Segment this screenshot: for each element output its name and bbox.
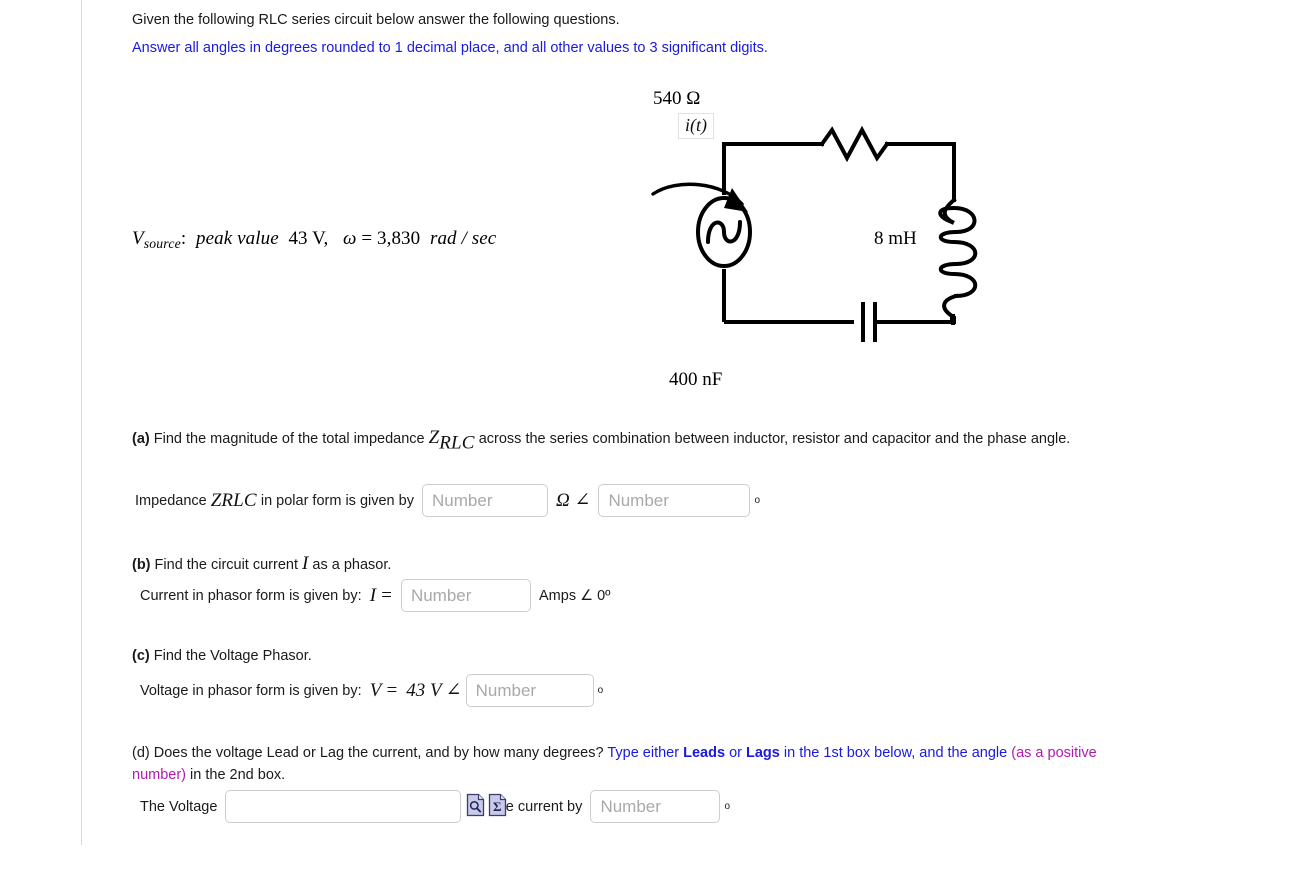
voltage-answer-row: Voltage in phasor form is given by: V = …	[140, 674, 603, 707]
inductor-value-label: 8 mH	[874, 228, 917, 249]
omega-equals: =	[361, 228, 373, 249]
equation-tool-buttons: Σ	[466, 793, 507, 817]
question-a: (a) Find the magnitude of the total impe…	[132, 427, 1070, 454]
question-b-text-after: as a phasor.	[312, 557, 392, 573]
question-d-seg4: or	[729, 745, 742, 761]
voltage-angle-input[interactable]	[465, 674, 594, 707]
document-search-icon[interactable]	[466, 793, 485, 817]
resistor-value-label: 540 Ω	[653, 88, 701, 109]
question-d-seg8: in the 2nd box.	[190, 767, 286, 784]
left-margin-rule	[81, 0, 82, 845]
question-b-symbol: I	[302, 553, 309, 574]
voltage-angle-symbol: ∠	[445, 680, 462, 701]
lead-lag-answer-row: The Voltage the current by o	[140, 790, 730, 823]
resistor-symbol	[819, 125, 890, 163]
intro-line-2: Answer all angles in degrees rounded to …	[132, 40, 768, 56]
current-answer-row: Current in phasor form is given by: I = …	[140, 579, 610, 612]
question-c-tag: (c)	[132, 648, 150, 664]
voltage-value: 43 V	[406, 679, 442, 701]
voltage-symbol: V	[369, 679, 382, 701]
impedance-mid-label: in polar form is given by	[260, 492, 414, 509]
lead-lag-prefix-label: The Voltage	[140, 798, 218, 815]
source-colon: :	[180, 228, 187, 249]
lead-lag-text-input[interactable]	[225, 790, 462, 823]
impedance-answer-row: Impedance Z RLC in polar form is given by…	[135, 484, 760, 517]
question-d-lags-keyword: Lags	[746, 745, 780, 761]
question-a-symbol-subscript: RLC	[439, 432, 475, 454]
inductor-loop-2	[938, 229, 978, 267]
current-prefix-label: Current in phasor form is given by:	[140, 587, 362, 604]
source-symbol-subscript: source	[143, 235, 181, 251]
question-a-symbol: Z	[428, 427, 440, 448]
question-d-seg2: Type either	[607, 745, 680, 761]
question-a-tag: (a)	[132, 431, 150, 447]
source-peak-value: 43 V,	[288, 228, 329, 249]
impedance-magnitude-input[interactable]	[422, 484, 549, 517]
impedance-angle-input[interactable]	[598, 484, 751, 517]
source-peak-text: peak value	[195, 228, 279, 249]
intro-line-1: Given the following RLC series circuit b…	[132, 12, 620, 28]
current-equals: =	[380, 584, 393, 606]
question-a-text-after: across the series combination between in…	[478, 431, 1071, 447]
impedance-prefix-label: Impedance	[135, 492, 207, 509]
lead-lag-mid-label: the current by	[493, 798, 583, 815]
lead-lag-degree-symbol: o	[724, 801, 730, 812]
svg-text:Σ: Σ	[493, 799, 502, 814]
question-a-text-before: Find the magnitude of the total impedanc…	[153, 431, 425, 447]
question-b: (b) Find the circuit current I as a phas…	[132, 553, 391, 575]
question-d-leads-keyword: Leads	[683, 745, 726, 761]
question-d: (d) Does the voltage Lead or Lag the cur…	[132, 742, 1142, 787]
omega-symbol: ω	[342, 228, 357, 249]
current-it-label: i(t)	[678, 113, 714, 139]
impedance-separator: Ω ∠	[556, 490, 591, 511]
omega-units: rad / sec	[429, 228, 497, 249]
impedance-symbol: Z	[210, 489, 222, 511]
omega-value: 3,830	[377, 228, 421, 249]
current-symbol: I	[369, 584, 377, 606]
current-units-suffix: Amps ∠ 0º	[539, 587, 611, 604]
question-c-text: Find the Voltage Phasor.	[153, 648, 312, 664]
source-symbol: V	[132, 228, 144, 249]
capacitor-value-label: 400 nF	[669, 369, 723, 390]
question-b-text-before: Find the circuit current	[154, 557, 298, 573]
question-d-seg6: in the 1st box below, and the angle	[783, 745, 1008, 761]
current-magnitude-input[interactable]	[400, 579, 531, 612]
question-d-seg1: Does the voltage Lead or Lag the current…	[153, 745, 604, 761]
circuit-svg	[651, 125, 978, 342]
rlc-circuit-diagram	[532, 82, 1092, 402]
lead-lag-angle-input[interactable]	[590, 790, 721, 823]
document-sigma-icon[interactable]: Σ	[488, 793, 507, 817]
impedance-degree-symbol: o	[754, 495, 761, 506]
impedance-symbol-subscript: RLC	[221, 489, 257, 511]
current-direction-arrow	[651, 182, 748, 212]
question-d-tag: (d)	[132, 745, 150, 761]
voltage-prefix-label: Voltage in phasor form is given by:	[140, 682, 362, 699]
inductor-loop-3	[938, 261, 978, 299]
voltage-degree-symbol: o	[597, 685, 604, 696]
question-c: (c) Find the Voltage Phasor.	[132, 648, 312, 664]
source-description: Vsource: peak value 43 V, ω = 3,830 rad …	[132, 228, 496, 252]
question-b-tag: (b)	[132, 557, 151, 573]
voltage-equals: =	[385, 679, 399, 701]
inductor-lead-bottom	[942, 293, 959, 319]
